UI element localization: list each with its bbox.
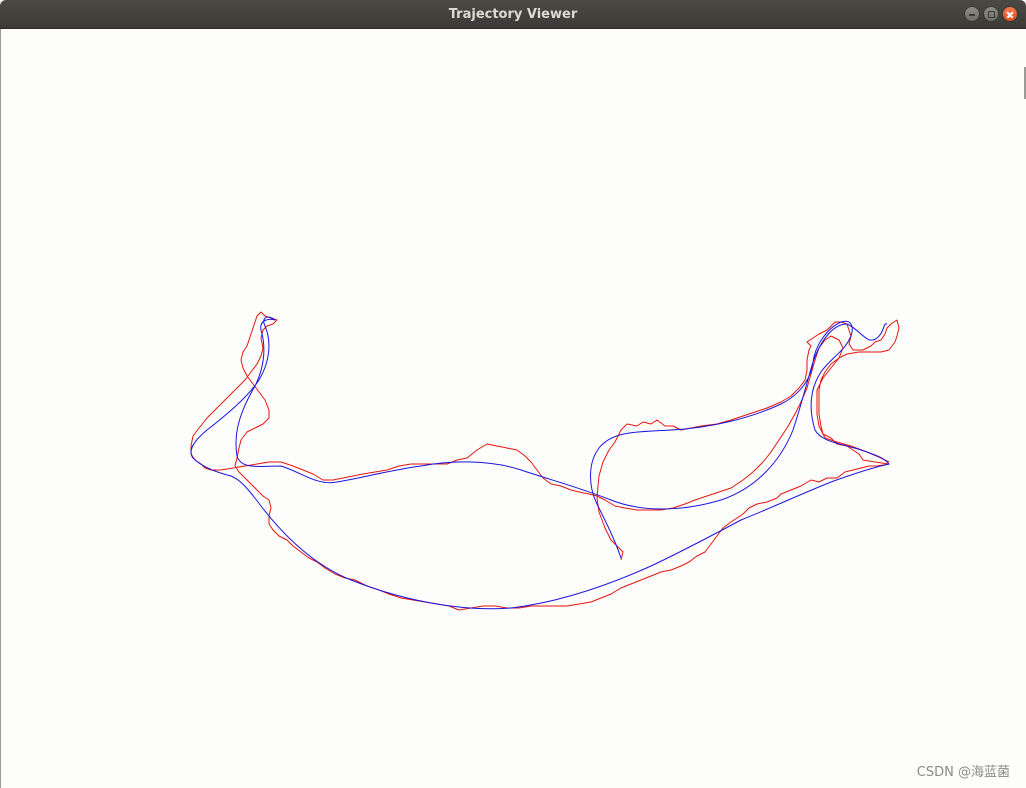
window-title: Trajectory Viewer xyxy=(448,7,578,22)
window-controls xyxy=(964,6,1018,22)
watermark-text: CSDN @海蓝菌 xyxy=(916,765,1010,780)
trajectory-plot xyxy=(190,311,900,611)
minimize-button[interactable] xyxy=(964,6,980,22)
red-trajectory xyxy=(190,311,900,611)
trajectory-viewer-window: Trajectory Viewer CSDN @海蓝菌 xyxy=(0,0,1026,788)
title-bar[interactable]: Trajectory Viewer xyxy=(0,0,1026,29)
trajectory-canvas[interactable]: CSDN @海蓝菌 xyxy=(0,29,1026,788)
blue-trajectory xyxy=(190,316,890,610)
maximize-button[interactable] xyxy=(983,6,999,22)
close-button[interactable] xyxy=(1002,6,1018,22)
